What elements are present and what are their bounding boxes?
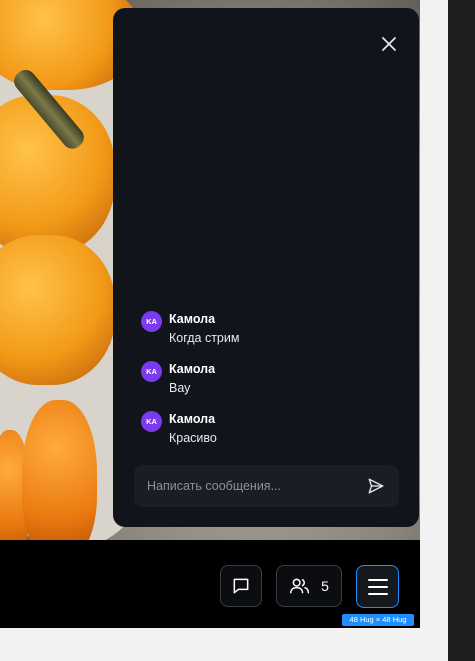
size-indicator-label: 48 Hug × 48 Hug bbox=[342, 614, 414, 626]
message-text: Красиво bbox=[169, 431, 217, 445]
message-input-container bbox=[134, 465, 399, 507]
avatar: KA bbox=[141, 361, 162, 382]
right-edge-dark bbox=[448, 0, 475, 661]
avatar: KA bbox=[141, 411, 162, 432]
message-input[interactable] bbox=[134, 465, 354, 507]
pumpkin-image-lower bbox=[0, 235, 115, 385]
right-edge-background bbox=[420, 0, 475, 661]
message-author: Камола bbox=[169, 412, 216, 426]
page: 5 48 Hug × 48 Hug KA Камола Когда стрим … bbox=[0, 0, 475, 661]
message-text: Вау bbox=[169, 381, 191, 395]
message-author: Камола bbox=[169, 312, 216, 326]
chat-message: KA Камола Когда стрим bbox=[141, 311, 391, 348]
send-icon[interactable] bbox=[367, 477, 385, 495]
menu-button[interactable] bbox=[356, 565, 399, 608]
viewers-button[interactable]: 5 bbox=[276, 565, 342, 607]
chat-panel: KA Камола Когда стрим KA Камола Вау KA К… bbox=[113, 8, 419, 527]
avatar: KA bbox=[141, 311, 162, 332]
chat-message-list: KA Камола Когда стрим KA Камола Вау KA К… bbox=[141, 311, 391, 461]
menu-icon bbox=[367, 577, 389, 597]
chat-icon bbox=[231, 576, 251, 596]
viewer-count: 5 bbox=[321, 578, 329, 594]
chat-message: KA Камола Вау bbox=[141, 361, 391, 398]
chat-button[interactable] bbox=[220, 565, 262, 607]
message-text: Когда стрим bbox=[169, 331, 240, 345]
carrot-image-right bbox=[22, 400, 97, 540]
message-author: Камола bbox=[169, 362, 216, 376]
users-icon bbox=[289, 576, 311, 596]
chat-message: KA Камола Красиво bbox=[141, 411, 391, 448]
close-icon[interactable] bbox=[379, 34, 399, 54]
bottom-background bbox=[0, 628, 420, 661]
